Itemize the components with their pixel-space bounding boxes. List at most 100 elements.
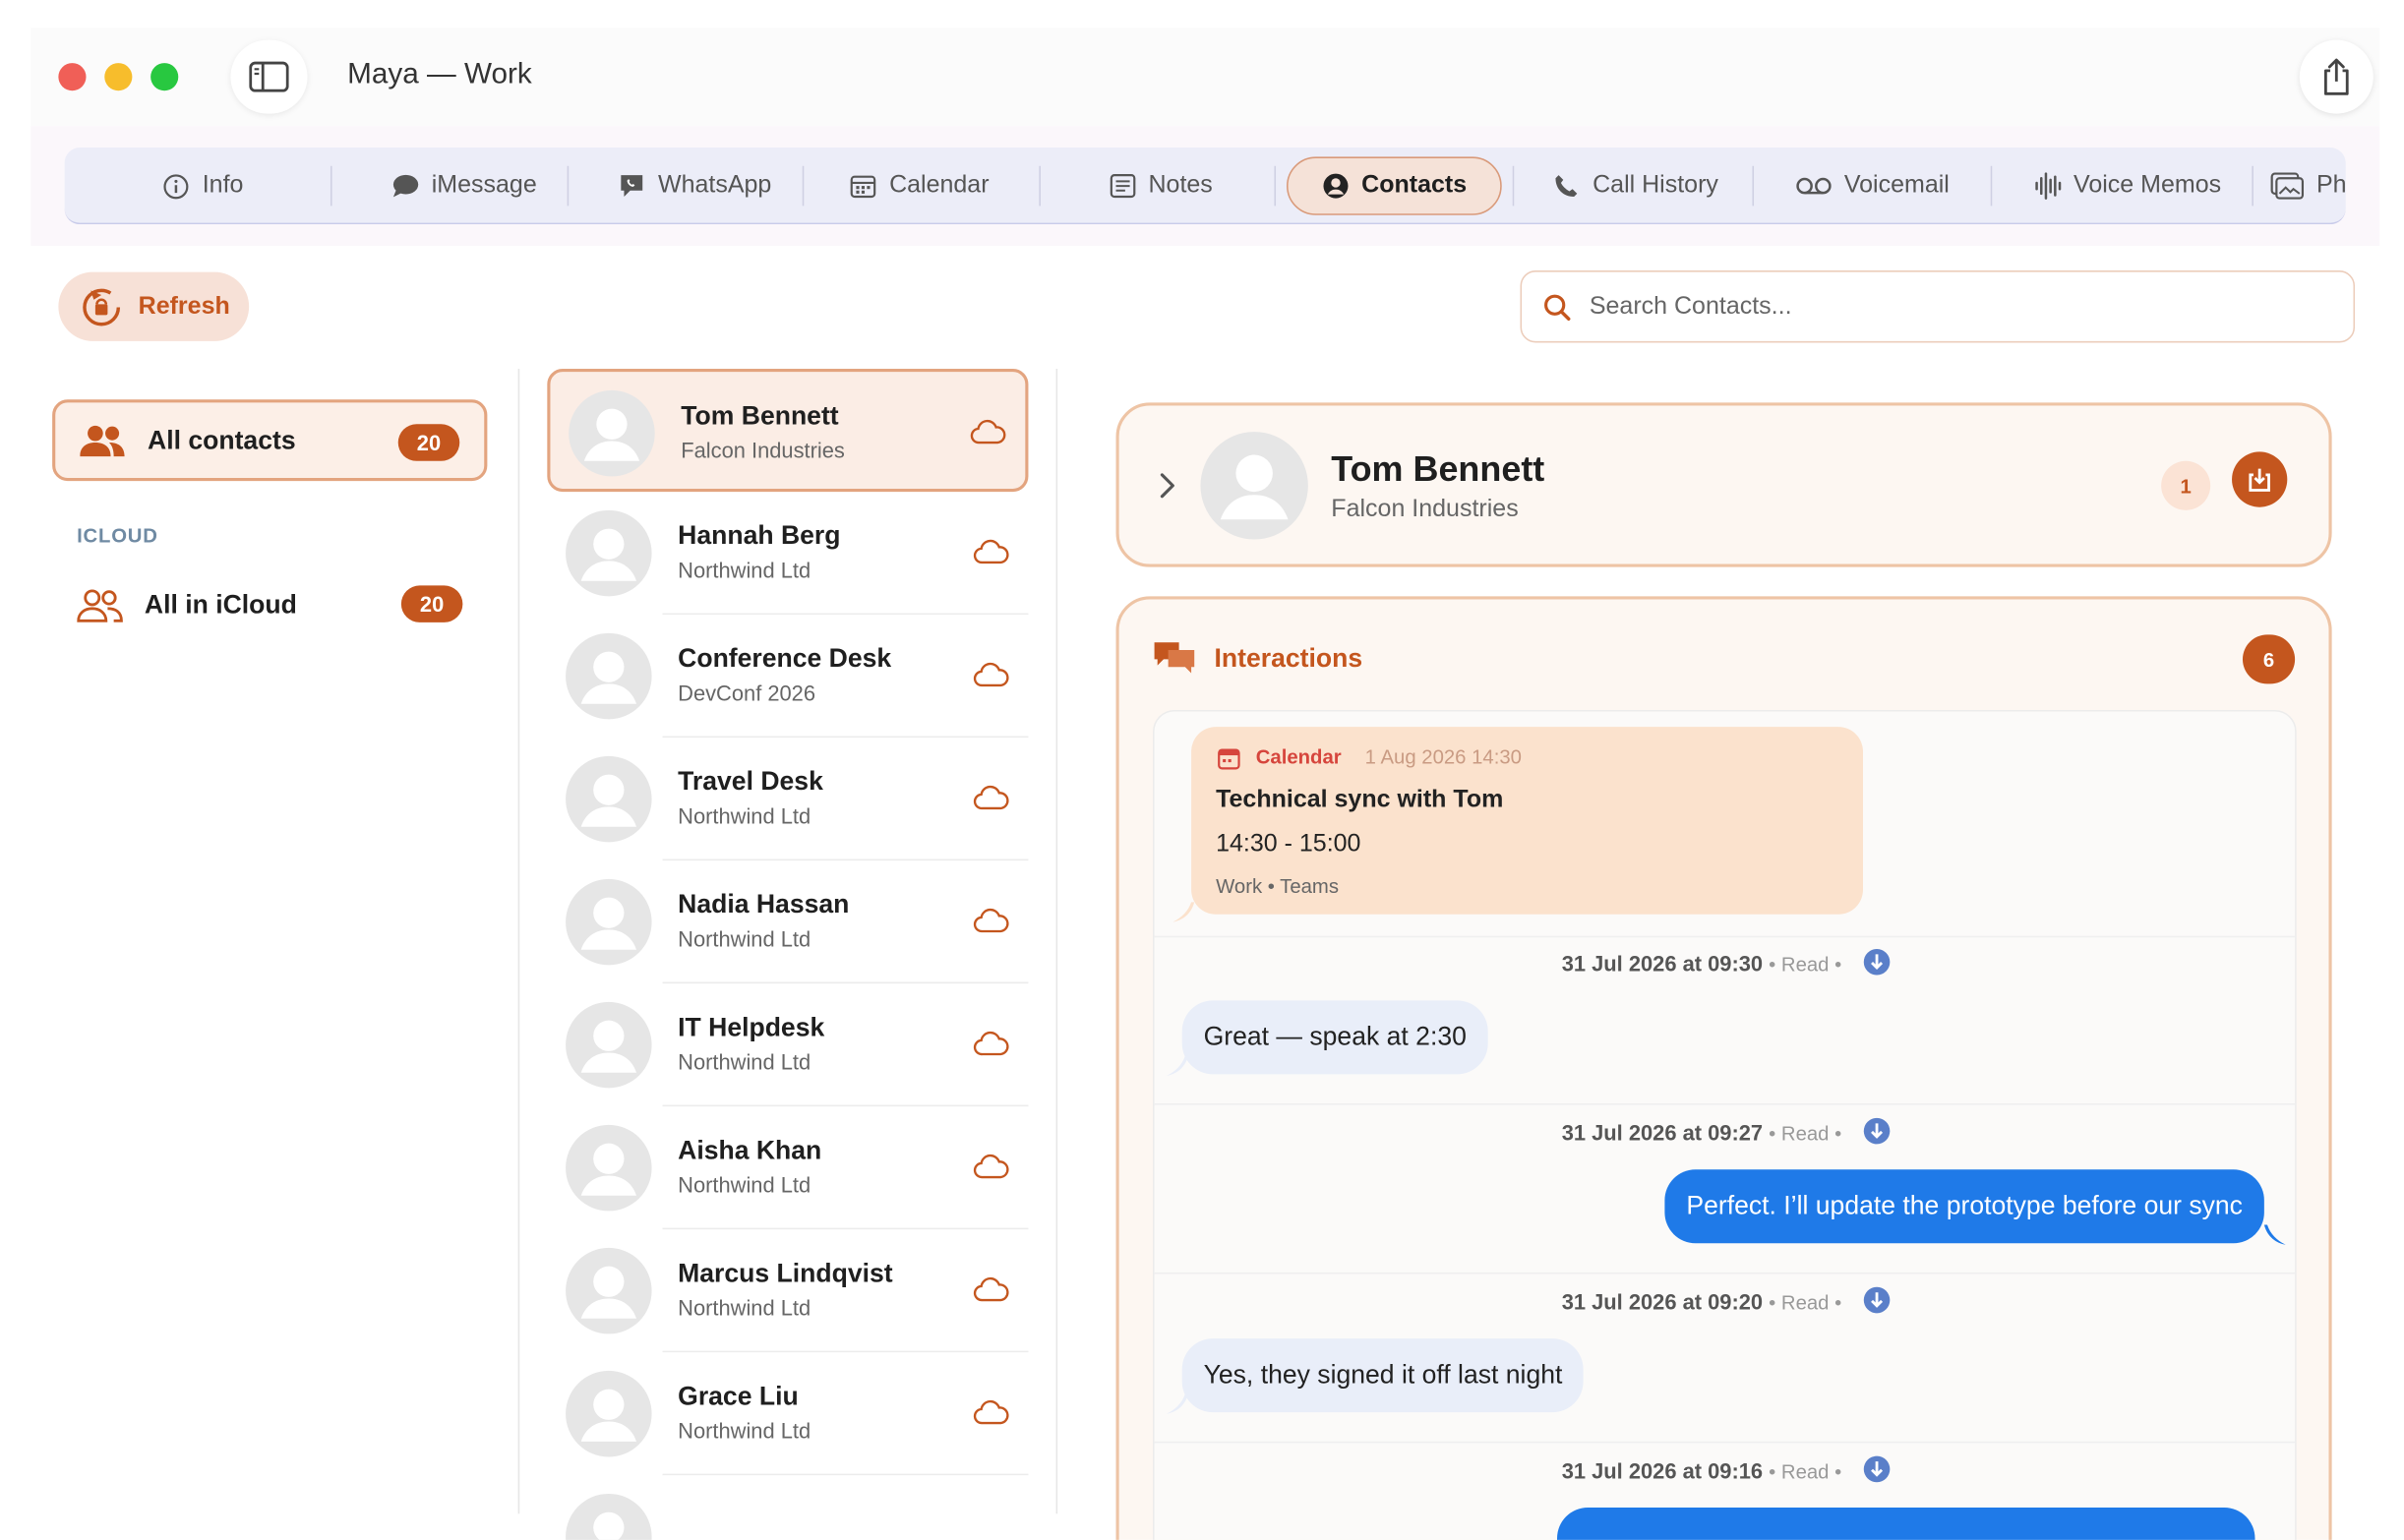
tab-label: Info (202, 172, 244, 199)
avatar (566, 1247, 652, 1334)
group-all-contacts[interactable]: All contacts 20 (52, 399, 488, 482)
contact-name: Travel Desk (678, 766, 823, 797)
contact-row[interactable]: IT Helpdesk Northwind Ltd (547, 983, 1029, 1107)
contact-name: Grace Liu (678, 1381, 799, 1411)
incoming-message-bubble[interactable]: Great — speak at 2:30 (1181, 1000, 1488, 1075)
message-timestamp: 31 Jul 2026 at 09:30 (1561, 951, 1764, 977)
tab-voicemail[interactable]: Voicemail (1771, 156, 1973, 214)
tab-voice-memos[interactable]: Voice Memos (2005, 156, 2251, 214)
contact-row[interactable]: Aisha Khan Northwind Ltd (547, 1106, 1029, 1230)
contact-org: Northwind Ltd (678, 1049, 811, 1075)
tab-call-history[interactable]: Call History (1528, 156, 1743, 214)
message-timestamp: 31 Jul 2026 at 09:27 (1561, 1120, 1764, 1146)
export-button[interactable] (2232, 451, 2288, 507)
avatar (566, 632, 652, 720)
avatar (566, 1370, 652, 1457)
interactions-count-badge: 6 (2242, 634, 2296, 684)
group-label: All in iCloud (144, 589, 297, 619)
avatar (566, 755, 652, 843)
search-icon (1544, 293, 1571, 321)
outgoing-message-bubble[interactable] (1557, 1508, 2255, 1540)
cloud-icon (973, 539, 1009, 564)
calendar-icon (1218, 748, 1240, 770)
contact-name: Conference Desk (678, 643, 892, 674)
chevron-right-icon[interactable] (1156, 470, 1177, 501)
tab-bar-container: Info iMessage WhatsApp Calendar Notes Co… (30, 126, 2380, 247)
download-circle-icon[interactable] (1863, 1286, 1891, 1314)
tab-bar: Info iMessage WhatsApp Calendar Notes Co… (64, 148, 2346, 225)
contact-org: Northwind Ltd (678, 1172, 811, 1198)
photos-icon (2270, 172, 2305, 200)
avatar (1200, 432, 1308, 540)
phone-icon (1552, 172, 1580, 200)
cloud-icon (973, 1154, 1009, 1179)
close-window-button[interactable] (58, 63, 87, 91)
avatar (566, 878, 652, 966)
event-title: Technical sync with Tom (1216, 787, 1504, 813)
contact-org: Northwind Ltd (678, 1295, 811, 1321)
detail-name: Tom Bennett (1331, 448, 1545, 489)
tab-imessage[interactable]: iMessage (349, 156, 579, 214)
contact-name: Marcus Lindqvist (678, 1258, 893, 1288)
contact-row[interactable]: Nadia Hassan Northwind Ltd (547, 860, 1029, 984)
refresh-button[interactable]: Refresh (58, 271, 250, 341)
share-button[interactable] (2299, 39, 2374, 114)
message-timestamp: 31 Jul 2026 at 09:16 (1561, 1458, 1764, 1484)
tab-notes[interactable]: Notes (1052, 156, 1268, 214)
divider (517, 369, 520, 1514)
contact-row[interactable]: Conference Desk DevConf 2026 (547, 615, 1029, 739)
tab-whatsapp[interactable]: WhatsApp (579, 156, 810, 214)
tab-contacts[interactable]: Contacts (1286, 156, 1502, 215)
calendar-event-card[interactable]: Calendar 1 Aug 2026 14:30 Technical sync… (1191, 727, 1863, 915)
read-status: • Read • (1769, 1459, 1842, 1484)
sidebar-toggle-button[interactable] (230, 39, 308, 114)
contact-name: Nadia Hassan (678, 889, 850, 919)
contact-row[interactable]: Grace Liu Northwind Ltd (547, 1352, 1029, 1476)
read-status: • Read • (1769, 952, 1842, 977)
contact-org: Falcon Industries (681, 438, 845, 463)
chat-bubbles-icon (1154, 642, 1195, 674)
interactions-panel: Interactions 6 Calendar 1 Aug 2026 14:30… (1115, 596, 2332, 1540)
contact-row[interactable]: Tom Bennett Falcon Industries (547, 369, 1029, 493)
tab-label: Contacts (1361, 172, 1468, 199)
contact-row[interactable]: Marcus Lindqvist Northwind Ltd (547, 1229, 1029, 1353)
event-source-tag: Calendar (1255, 744, 1342, 769)
avatar (566, 1493, 652, 1540)
section-label-icloud: ICLOUD (77, 523, 158, 548)
tab-label: Calendar (889, 172, 990, 199)
interactions-title: Interactions (1214, 643, 1363, 674)
group-all-in-icloud[interactable]: All in iCloud 20 (52, 564, 487, 646)
contact-org: Northwind Ltd (678, 926, 811, 952)
tab-photos[interactable]: Ph (2270, 156, 2346, 214)
download-circle-icon[interactable] (1863, 1455, 1891, 1483)
refresh-label: Refresh (138, 292, 230, 320)
download-circle-icon[interactable] (1863, 948, 1891, 976)
download-circle-icon[interactable] (1863, 1117, 1891, 1145)
person-circle-icon (1322, 172, 1350, 200)
search-field[interactable] (1520, 270, 2356, 343)
contact-row[interactable]: Travel Desk Northwind Ltd (547, 738, 1029, 861)
group-label: All contacts (148, 425, 296, 454)
contact-org: DevConf 2026 (678, 681, 816, 706)
minimize-window-button[interactable] (104, 63, 133, 91)
outgoing-message-bubble[interactable]: Perfect. I’ll update the prototype befor… (1664, 1169, 2264, 1244)
voicemail-icon (1795, 172, 1833, 200)
detail-org: Falcon Industries (1331, 496, 1519, 523)
message-bubble-icon (391, 172, 419, 200)
tab-label: WhatsApp (657, 172, 772, 199)
message-timestamp-row: 31 Jul 2026 at 09:16 • Read • (1155, 1455, 2296, 1484)
contact-org: Northwind Ltd (678, 1418, 811, 1444)
message-timestamp-row: 31 Jul 2026 at 09:20 • Read • (1155, 1286, 2296, 1314)
interactions-feed[interactable]: Calendar 1 Aug 2026 14:30 Technical sync… (1153, 709, 2297, 1540)
contact-row[interactable] (547, 1475, 1028, 1540)
notes-icon (1109, 172, 1136, 200)
search-input[interactable] (1589, 292, 2266, 321)
tab-calendar[interactable]: Calendar (817, 156, 1020, 214)
contact-row[interactable]: Hannah Berg Northwind Ltd (547, 492, 1029, 616)
contact-name: IT Helpdesk (678, 1012, 825, 1042)
tab-info[interactable]: Info (111, 156, 296, 214)
incoming-message-bubble[interactable]: Yes, they signed it off last night (1181, 1338, 1585, 1413)
count-badge: 20 (397, 424, 460, 461)
cloud-icon (973, 908, 1009, 933)
zoom-window-button[interactable] (150, 63, 179, 91)
